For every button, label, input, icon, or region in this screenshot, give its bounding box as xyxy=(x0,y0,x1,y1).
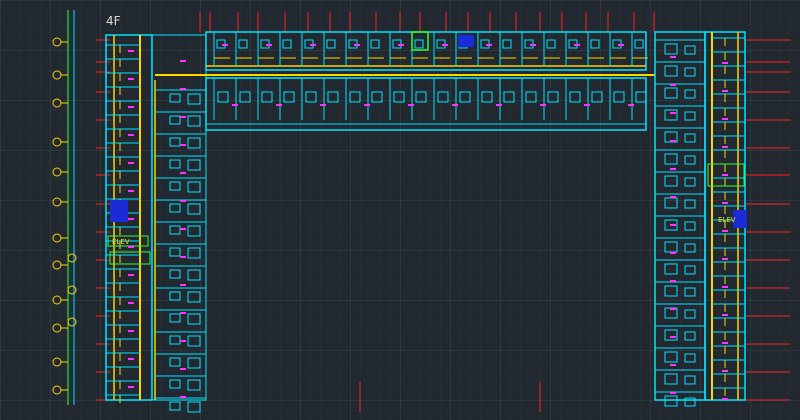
gridlines-top xyxy=(199,12,655,32)
axis-left xyxy=(67,10,75,405)
east-wing: ELEV xyxy=(654,31,747,407)
east-rooms xyxy=(655,39,705,407)
elevator-east-label: ELEV xyxy=(718,216,736,224)
axis-bubbles xyxy=(52,37,77,395)
west-rooms xyxy=(106,44,140,403)
north-rooms xyxy=(213,32,648,66)
elevator-north-core xyxy=(458,35,474,47)
north-rooms-b xyxy=(206,78,647,125)
west-rooms-b xyxy=(155,89,206,413)
cad-viewport[interactable]: 4F ELEV ELEV xyxy=(0,0,800,420)
elevator-west-label: ELEV xyxy=(112,238,130,246)
elevator-west-core xyxy=(110,200,128,222)
west-wing: ELEV xyxy=(105,34,207,413)
north-wing xyxy=(155,31,655,131)
floor-plan-drawing[interactable]: ELEV ELEV xyxy=(0,0,800,420)
